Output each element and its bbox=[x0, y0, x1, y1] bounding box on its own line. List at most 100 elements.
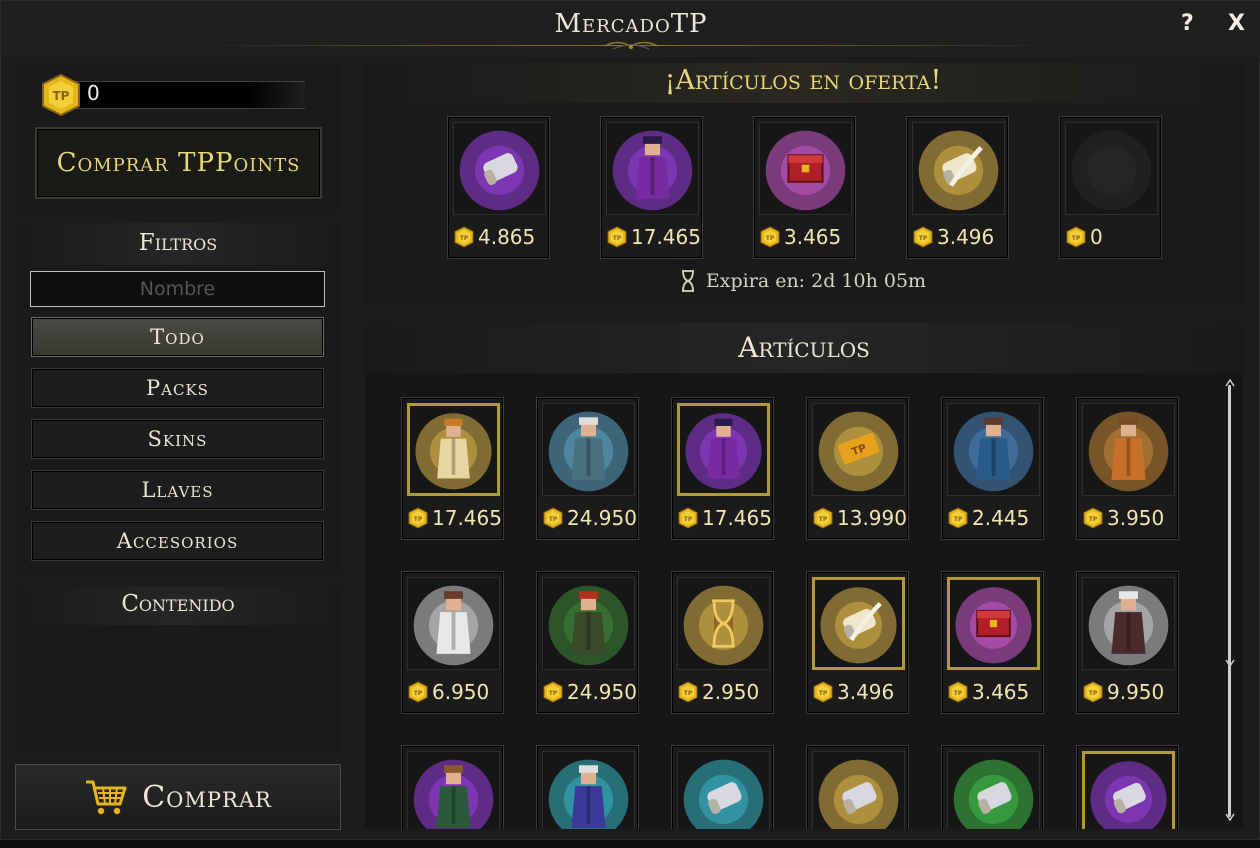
item-price: TP 2.445 bbox=[948, 506, 1029, 530]
svg-text:TP: TP bbox=[819, 690, 828, 697]
offers-item-card[interactable]: TP 17.465 bbox=[600, 116, 703, 259]
svg-text:TP: TP bbox=[549, 690, 558, 697]
filters-title: Filtros bbox=[138, 230, 218, 256]
cyan-scroll-icon bbox=[677, 751, 770, 829]
tp-coin-icon: TP bbox=[678, 681, 698, 703]
tp-coin-icon: TP bbox=[42, 73, 80, 117]
articles-item-card[interactable] bbox=[1076, 745, 1179, 829]
item-price-value: 4.865 bbox=[478, 225, 536, 249]
tp-balance-bar bbox=[75, 81, 305, 109]
item-price: TP 17.465 bbox=[607, 225, 701, 249]
svg-text:TP: TP bbox=[819, 516, 828, 523]
skeleton-mage-character-icon bbox=[542, 403, 635, 496]
articles-item-card[interactable]: TP 24.950 bbox=[536, 397, 639, 540]
articles-item-card[interactable]: TP 3.950 bbox=[1076, 397, 1179, 540]
offers-item-card[interactable]: TP 3.465 bbox=[753, 116, 856, 259]
articles-item-card[interactable] bbox=[941, 745, 1044, 829]
articles-item-card[interactable]: TP TP 13.990 bbox=[806, 397, 909, 540]
golden-hourglass-icon bbox=[677, 577, 770, 670]
feather-scroll-icon bbox=[912, 122, 1005, 215]
item-price: TP 3.950 bbox=[1083, 506, 1164, 530]
articles-item-card[interactable]: TP 2.445 bbox=[941, 397, 1044, 540]
item-price-value: 2.950 bbox=[702, 680, 760, 704]
offers-item-card[interactable]: TP 3.496 bbox=[906, 116, 1009, 259]
articles-item-card[interactable] bbox=[671, 745, 774, 829]
buy-button[interactable]: Comprar bbox=[15, 764, 341, 830]
scroll-thumb-arrow-icon[interactable] bbox=[1225, 659, 1235, 667]
item-price-value: 3.950 bbox=[1107, 506, 1165, 530]
filter-all-button[interactable]: Todo bbox=[31, 317, 324, 357]
articles-item-card[interactable] bbox=[536, 745, 639, 829]
svg-text:TP: TP bbox=[954, 690, 963, 697]
close-button[interactable]: X bbox=[1228, 11, 1245, 36]
filter-accessories-button[interactable]: Accesorios bbox=[31, 521, 324, 561]
rainbow-chest-icon bbox=[947, 577, 1040, 670]
purple-scroll-icon bbox=[1082, 751, 1175, 829]
articles-item-card[interactable] bbox=[401, 745, 504, 829]
cyan-armored-character-icon bbox=[542, 751, 635, 829]
item-price-value: 6.950 bbox=[432, 680, 490, 704]
item-price: TP 17.465 bbox=[678, 506, 772, 530]
name-filter-input[interactable]: Nombre bbox=[30, 271, 325, 307]
articles-item-card[interactable]: TP 9.950 bbox=[1076, 571, 1179, 714]
item-price: TP 3.496 bbox=[813, 680, 894, 704]
tp-coin-icon: TP bbox=[813, 681, 833, 703]
svg-text:TP: TP bbox=[954, 516, 963, 523]
offers-title: ¡Artículos en oferta! bbox=[664, 65, 942, 96]
tp-coin-icon: TP bbox=[813, 507, 833, 529]
help-button[interactable]: ? bbox=[1181, 11, 1194, 36]
blue-robed-character-icon bbox=[947, 403, 1040, 496]
hourglass-icon bbox=[681, 270, 694, 292]
svg-text:TP: TP bbox=[919, 235, 928, 242]
offers-item-card[interactable]: TP 0 bbox=[1059, 116, 1162, 259]
item-price: TP 13.990 bbox=[813, 506, 907, 530]
shopping-cart-icon bbox=[86, 780, 127, 815]
svg-text:TP: TP bbox=[766, 235, 775, 242]
articles-item-card[interactable]: TP 6.950 bbox=[401, 571, 504, 714]
item-price-value: 0 bbox=[1090, 225, 1103, 249]
tp-coin-icon: TP bbox=[408, 507, 428, 529]
offers-item-card[interactable]: TP 4.865 bbox=[447, 116, 550, 259]
articles-item-card[interactable]: TP 24.950 bbox=[536, 571, 639, 714]
item-price-value: 24.950 bbox=[567, 680, 637, 704]
purple-scroll-icon bbox=[453, 122, 546, 215]
scroll-up-arrow-icon[interactable] bbox=[1225, 379, 1235, 387]
empty-slot-icon bbox=[1065, 122, 1158, 215]
tp-coin-icon: TP bbox=[948, 507, 968, 529]
item-price-value: 3.465 bbox=[784, 225, 842, 249]
tp-coin-icon: TP bbox=[543, 507, 563, 529]
tp-coin-icon: TP bbox=[760, 226, 780, 248]
tp-coin-icon: TP bbox=[607, 226, 627, 248]
tp-coin-icon: TP bbox=[1066, 226, 1086, 248]
item-price-value: 13.990 bbox=[837, 506, 907, 530]
tp-coin-icon: TP bbox=[408, 681, 428, 703]
articles-item-card[interactable]: TP 3.496 bbox=[806, 571, 909, 714]
articles-grid: TP 17.465 TP 24.950 TP 17.465 TP TP 13.990 TP 2.44… bbox=[365, 373, 1223, 829]
svg-text:TP: TP bbox=[684, 516, 693, 523]
tp-coin-icon: TP bbox=[1083, 507, 1103, 529]
tp-coin-icon: TP bbox=[678, 507, 698, 529]
svg-text:TP: TP bbox=[1089, 516, 1098, 523]
scrollbar-track[interactable] bbox=[1228, 385, 1231, 817]
filter-skins-button[interactable]: Skins bbox=[31, 419, 324, 459]
buy-tp-points-button[interactable]: Comprar TPPoints bbox=[35, 127, 322, 199]
svg-text:TP: TP bbox=[414, 516, 423, 523]
articles-item-card[interactable]: TP 17.465 bbox=[401, 397, 504, 540]
tp-coin-icon: TP bbox=[543, 681, 563, 703]
item-price-value: 9.950 bbox=[1107, 680, 1165, 704]
offer-expiry: Expira en: 2d 10h 05m bbox=[363, 269, 1243, 293]
filter-packs-button[interactable]: Packs bbox=[31, 368, 324, 408]
svg-text:TP: TP bbox=[414, 690, 423, 697]
articles-item-card[interactable] bbox=[806, 745, 909, 829]
articles-item-card[interactable]: TP 17.465 bbox=[671, 397, 774, 540]
rainbow-chest-icon bbox=[759, 122, 852, 215]
white-priest-character-icon bbox=[407, 577, 500, 670]
articles-item-card[interactable]: TP 2.950 bbox=[671, 571, 774, 714]
articles-item-card[interactable]: TP 3.465 bbox=[941, 571, 1044, 714]
purple-robed-character-icon bbox=[677, 403, 770, 496]
filter-keys-button[interactable]: Llaves bbox=[31, 470, 324, 510]
contents-title: Contenido bbox=[121, 591, 235, 617]
scroll-down-arrow-icon[interactable] bbox=[1225, 813, 1235, 821]
white-haired-warrior-character-icon bbox=[1082, 577, 1175, 670]
articles-scrollbar[interactable] bbox=[1225, 379, 1235, 823]
